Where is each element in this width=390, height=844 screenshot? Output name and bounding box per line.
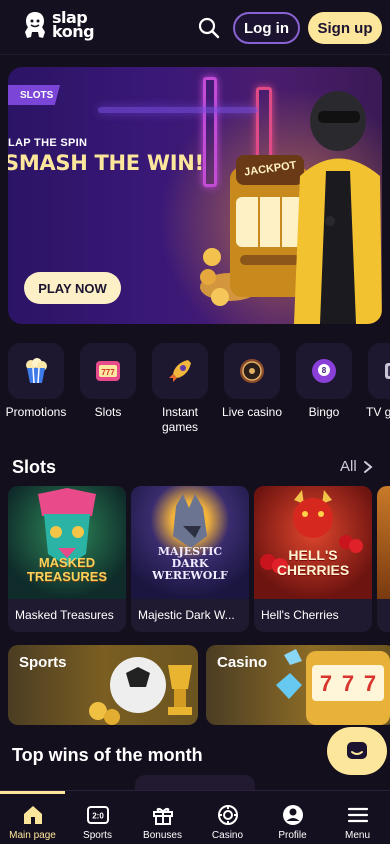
game-name: Masked Treasures	[15, 608, 114, 622]
game-thumbnail: HELL'S CHERRIES	[254, 486, 372, 599]
casino-banner[interactable]: 7 7 7 Casino	[206, 645, 390, 725]
logo-text-bottom: kong	[52, 22, 95, 41]
casino-reel: 7	[319, 671, 333, 696]
category-label: Instant games	[161, 405, 199, 434]
neon-bar	[98, 107, 258, 113]
sports-banner-label: Sports	[19, 654, 67, 671]
top-header: slap kong Log in Sign up	[0, 0, 390, 55]
search-icon[interactable]	[196, 15, 222, 41]
all-link-label: All	[340, 458, 357, 475]
chevron-right-icon	[363, 460, 373, 473]
login-button[interactable]: Log in	[233, 12, 300, 44]
chat-button[interactable]	[327, 727, 387, 775]
slapkong-logo[interactable]: slap kong	[22, 10, 95, 41]
category-instant-games[interactable]: Instant games	[144, 343, 216, 435]
category-label: Slots	[94, 405, 122, 419]
category-bingo[interactable]: 8 Bingo	[288, 343, 360, 420]
nav-label: Main page	[9, 830, 56, 841]
nav-main-page[interactable]: Main page	[0, 791, 65, 844]
slots-all-link[interactable]: All	[340, 458, 373, 475]
nav-label: Casino	[211, 830, 244, 841]
slot-777-icon: 777	[96, 361, 120, 381]
category-label: Promotions	[5, 405, 67, 419]
scoreboard-score: 2:0	[92, 812, 104, 821]
rocket-icon	[169, 360, 191, 382]
game-card-majestic-dark-werewolf[interactable]: MAJESTIC DARK WEREWOLF Majestic Dark W..…	[131, 486, 249, 632]
chip-icon	[217, 805, 238, 825]
menu-icon	[347, 807, 368, 823]
gorilla-logo-icon	[25, 12, 45, 38]
game-name: Hell's Cherries	[261, 608, 339, 622]
game-thumbnail	[377, 486, 390, 599]
casino-reel: 7	[341, 671, 355, 696]
bingo-ball-icon: 8	[312, 359, 336, 383]
category-promotions[interactable]: Promotions	[0, 343, 72, 420]
nav-bonuses[interactable]: Bonuses	[130, 791, 195, 844]
game-art-title: MASKED TREASURES	[26, 555, 108, 584]
scoreboard-icon: 2:0	[86, 806, 109, 824]
slots-section-title: Slots	[12, 457, 57, 477]
game-art-title: MAJESTIC DARK WEREWOLF	[152, 545, 228, 582]
app-page: slap kong Log in Sign up SLOTS LAP THE S…	[0, 0, 390, 844]
hero-title: SMASH THE WIN!	[8, 151, 204, 175]
popcorn-icon	[26, 358, 47, 384]
category-label: TV g	[366, 405, 390, 419]
nav-label: Bonuses	[143, 830, 182, 841]
roulette-icon	[240, 359, 264, 383]
hero-subtitle: LAP THE SPIN	[8, 137, 88, 149]
gift-icon	[152, 807, 173, 825]
nav-profile[interactable]: Profile	[260, 791, 325, 844]
casino-reel: 7	[363, 671, 377, 696]
nav-sports[interactable]: 2:0 Sports	[65, 791, 130, 844]
hero-tag: SLOTS	[8, 85, 60, 105]
sports-banner[interactable]: Sports	[8, 645, 198, 725]
casino-banner-label: Casino	[217, 654, 268, 671]
nav-label: Menu	[344, 830, 370, 841]
top-wins-card-peek	[135, 775, 255, 790]
category-slots[interactable]: 777 Slots	[72, 343, 144, 420]
play-now-button[interactable]: PLAY NOW	[24, 272, 121, 304]
nav-casino[interactable]: Casino	[195, 791, 260, 844]
category-label: Live casino	[221, 405, 283, 419]
gorilla-character	[294, 91, 382, 324]
devil-cherries-art	[260, 490, 363, 574]
game-card-masked-treasures[interactable]: MASKED TREASURES Masked Treasures	[8, 486, 126, 632]
profile-icon	[282, 805, 303, 825]
top-wins-title: Top wins of the month	[12, 745, 203, 765]
svg-text:777: 777	[101, 368, 115, 377]
nav-menu[interactable]: Menu	[325, 791, 390, 844]
category-tv-games[interactable]: TV g	[360, 343, 390, 420]
tv-icon	[385, 363, 390, 379]
hero-banner[interactable]: SLOTS LAP THE SPIN SMASH THE WIN! JACKPO…	[8, 67, 382, 324]
svg-text:8: 8	[322, 366, 327, 375]
category-strip: Promotions 777 Slots Instant games Live …	[0, 343, 390, 443]
bottom-navigation: Main page 2:0 Sports Bonuses Casino Prof…	[0, 790, 390, 844]
chat-icon	[347, 742, 367, 759]
category-live-casino[interactable]: Live casino	[216, 343, 288, 420]
game-thumbnail: MAJESTIC DARK WEREWOLF	[131, 486, 249, 599]
game-thumbnail: MASKED TREASURES	[8, 486, 126, 599]
nav-label: Profile	[278, 830, 307, 841]
home-icon	[23, 806, 42, 824]
game-card-partial[interactable]	[377, 486, 390, 632]
signup-button[interactable]: Sign up	[308, 12, 382, 44]
nav-label: Sports	[83, 830, 112, 841]
active-tab-indicator	[0, 791, 65, 794]
category-label: Bingo	[308, 405, 340, 419]
game-art-title: HELL'S CHERRIES	[276, 547, 350, 578]
game-card-hells-cherries[interactable]: HELL'S CHERRIES Hell's Cherries	[254, 486, 372, 632]
game-name: Majestic Dark W...	[138, 608, 235, 622]
werewolf-art	[173, 494, 207, 548]
